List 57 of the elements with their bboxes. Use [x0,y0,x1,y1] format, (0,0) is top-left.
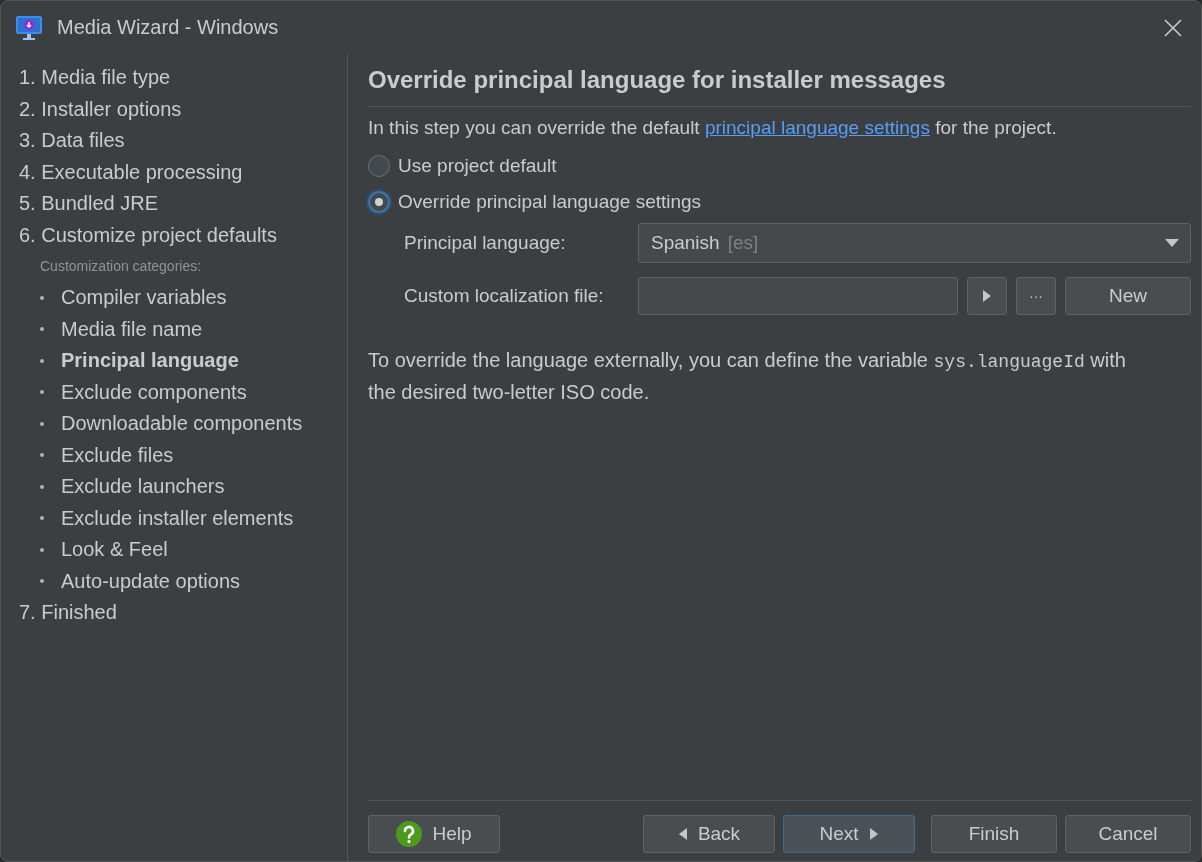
radio-button[interactable] [368,155,390,177]
category-caption: Customization categories: [39,257,203,276]
bullet-icon [40,358,44,363]
settings-link[interactable]: principal language settings [704,117,930,138]
help-button[interactable]: Help [368,815,500,853]
bullet-icon [40,579,44,584]
triangle-right-icon [982,289,992,303]
radio-button[interactable] [368,191,390,213]
step-item[interactable]: 3. Data files [19,125,347,157]
radio-label: Override principal language settings [398,191,702,213]
category-item[interactable]: Principal language [61,349,239,373]
language-code: [es] [727,232,760,254]
bullet-icon [40,295,44,300]
category-item[interactable]: Downloadable components [61,412,303,436]
step-item[interactable]: 1. Media file type [19,62,347,94]
dialog-button[interactable]: Finish [931,815,1057,853]
bullet-icon [40,547,44,552]
field-label: Principal language: [404,232,567,254]
monitor-icon [15,14,43,41]
bullet-icon [40,421,44,426]
triangle-left-icon [677,827,688,841]
step-item[interactable]: 2. Installer options [19,93,347,125]
category-item[interactable]: Compiler variables [61,286,227,310]
back-button[interactable]: Back [643,815,775,853]
triangle-right-icon [868,827,879,841]
language-dropdown[interactable]: Spanish [es] [638,223,1191,263]
field-label: Custom localization file: [404,285,605,307]
bullet-icon [40,453,44,458]
step-heading: Override principal language for installer messages [368,66,1191,107]
dialog-button[interactable]: Cancel [1065,815,1191,853]
category-item[interactable]: Exclude installer elements [61,506,294,530]
next-button[interactable]: Next [783,815,915,853]
category-item[interactable]: Media file name [61,317,203,341]
bullet-icon [40,327,44,332]
step-item[interactable]: 4. Executable processing [19,156,347,188]
step-item[interactable]: 5. Bundled JRE [19,188,347,220]
category-item[interactable]: Exclude launchers [61,475,225,499]
dropdown-value: Spanish [651,232,720,254]
bullet-icon [40,516,44,521]
new-button[interactable]: New [1065,277,1191,315]
category-item[interactable]: Exclude files [61,443,174,467]
window-title: Media Wizard - Windows [57,16,280,39]
category-item[interactable]: Exclude components [61,380,247,404]
browse-button[interactable]: ··· [1016,277,1056,315]
step-item[interactable]: 6. Customize project defaults [19,219,347,251]
input-field[interactable] [638,277,958,315]
radio-label: Use project default [398,155,557,177]
category-item[interactable]: Look & Feel [61,538,168,562]
dropdown-arrow-icon [1164,238,1180,248]
play-button[interactable] [967,277,1007,315]
note-text: To override the language externally, you can define the variable sys.languageId with the desired two-letter ISO code. [368,348,1127,405]
step-item[interactable]: 7. Finished [19,597,347,629]
bullet-icon [40,390,44,395]
help-icon [396,821,423,847]
bullet-icon [40,484,44,489]
intro-text: In this step you can override the default principal language settings for the project. [368,117,1058,139]
category-item[interactable]: Auto-update options [61,569,241,593]
